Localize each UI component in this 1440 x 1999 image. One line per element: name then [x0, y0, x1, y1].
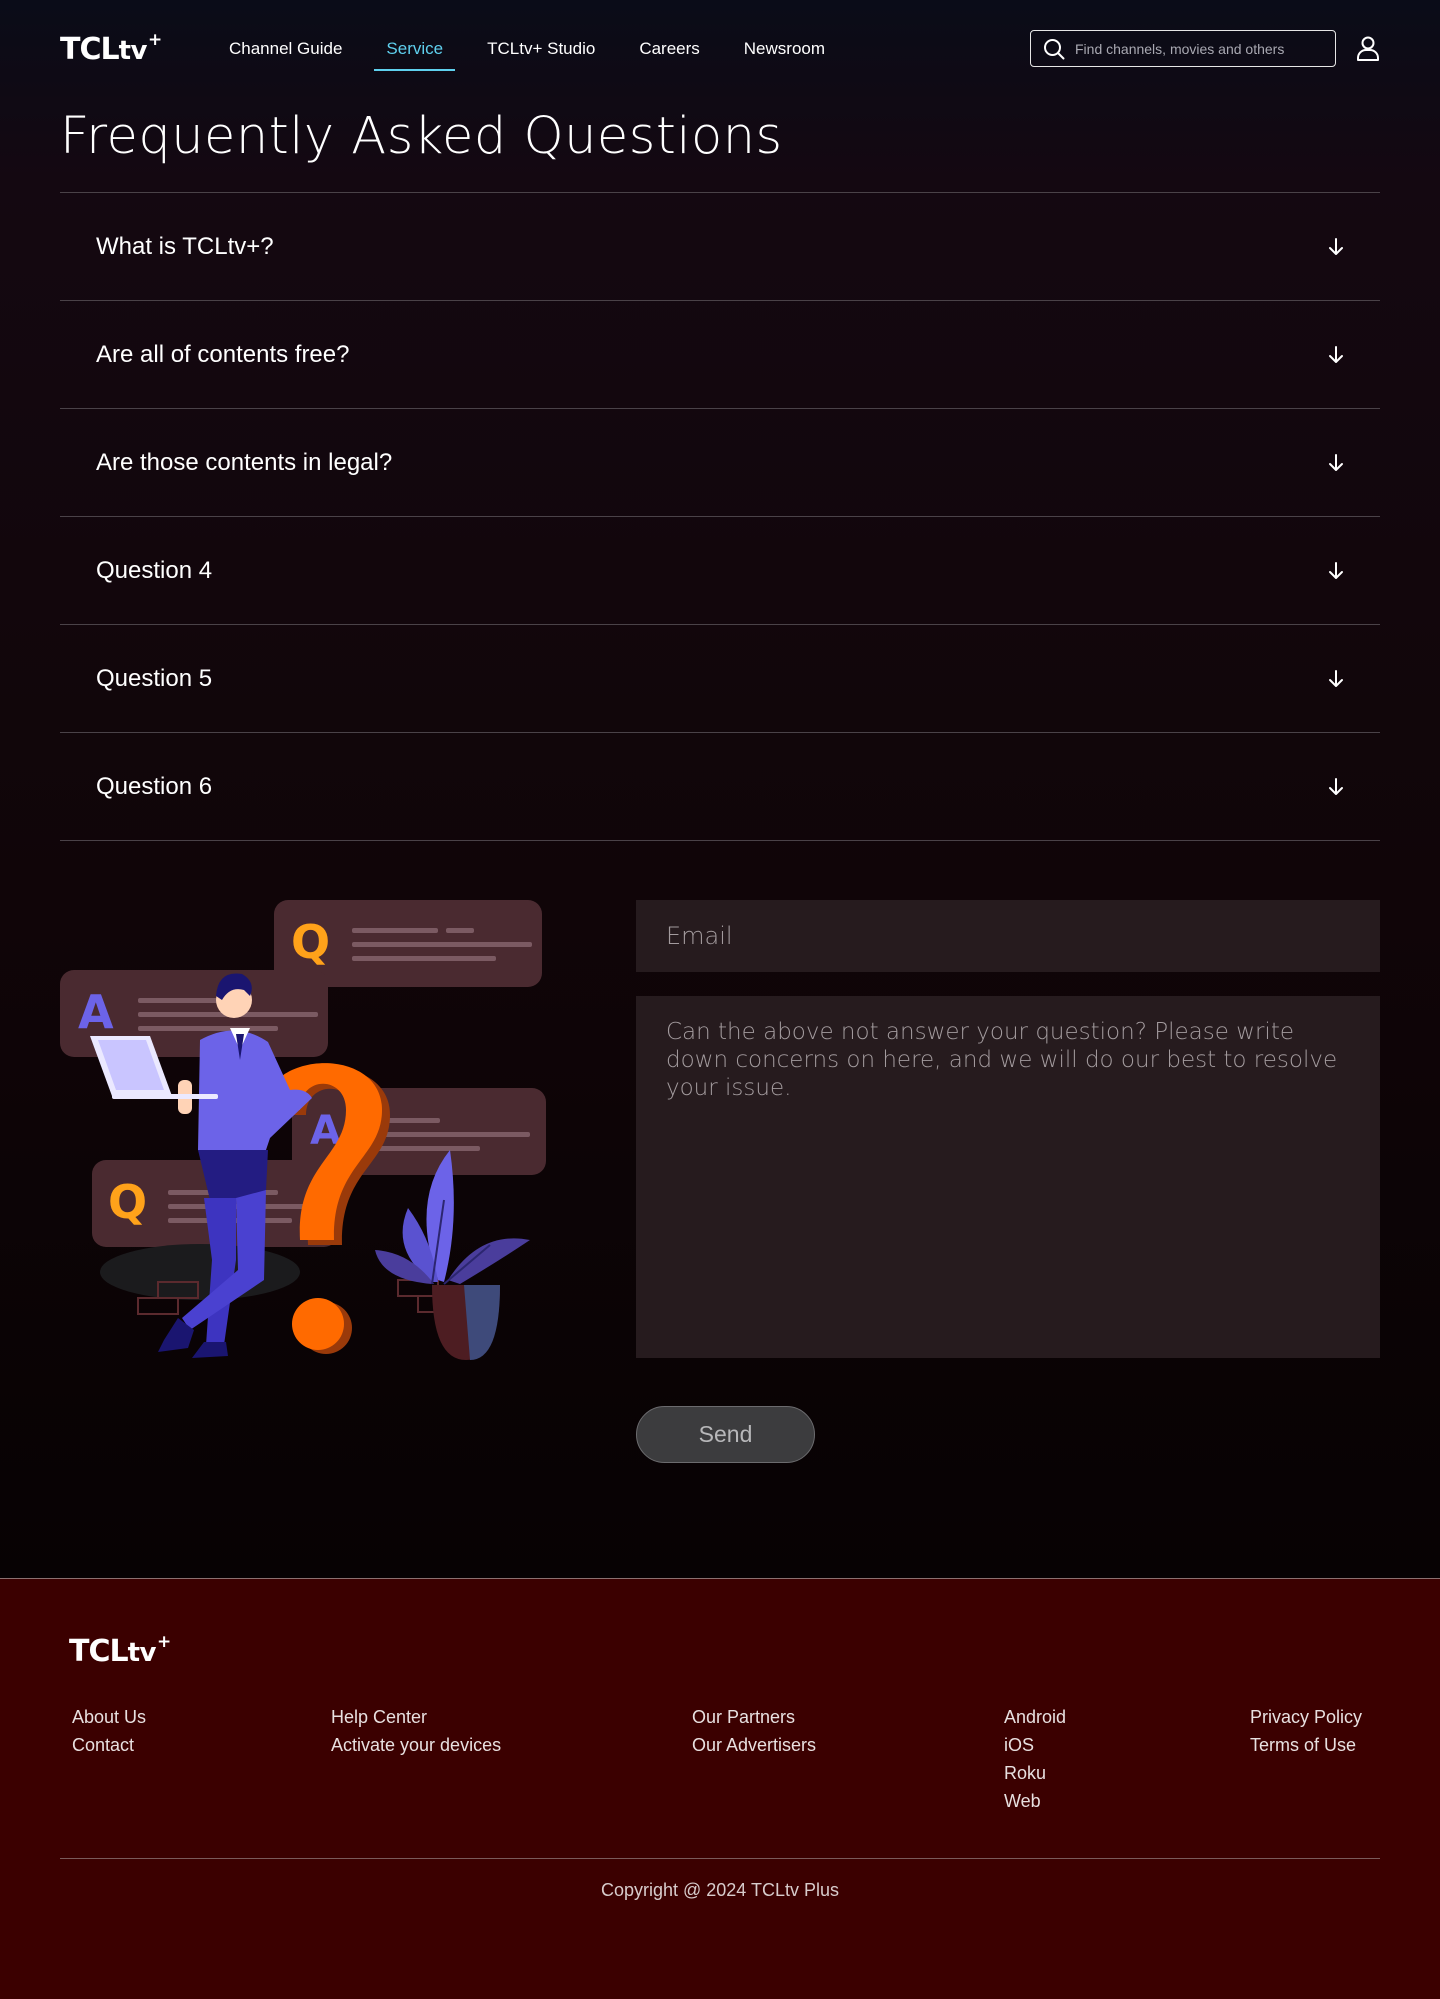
- page-title: Frequently Asked Questions: [60, 107, 783, 166]
- faq-question: Question 6: [96, 772, 213, 800]
- footer-column-help: Help Center Activate your devices: [331, 1703, 501, 1759]
- nav-service[interactable]: Service: [374, 29, 455, 71]
- arrow-down-icon[interactable]: [1326, 561, 1346, 581]
- nav-tcltv-studio[interactable]: TCLtv+ Studio: [475, 29, 607, 69]
- footer-column-platforms: Android iOS Roku Web: [1004, 1703, 1066, 1815]
- faq-item[interactable]: Are those contents in legal?: [60, 409, 1380, 517]
- faq-question: What is TCLtv+?: [96, 232, 274, 260]
- arrow-down-icon[interactable]: [1326, 345, 1346, 365]
- footer-link-activate-devices[interactable]: Activate your devices: [331, 1731, 501, 1759]
- faq-item[interactable]: Are all of contents free?: [60, 301, 1380, 409]
- message-textarea[interactable]: [636, 996, 1380, 1358]
- search-box: [1030, 30, 1336, 67]
- logo-main-text: TCL: [60, 32, 120, 67]
- faq-item[interactable]: Question 4: [60, 517, 1380, 625]
- user-account-button[interactable]: [1356, 35, 1380, 61]
- faq-item[interactable]: What is TCLtv+?: [60, 193, 1380, 301]
- email-field[interactable]: [636, 900, 1380, 972]
- footer-link-roku[interactable]: Roku: [1004, 1759, 1066, 1787]
- search-icon: [1044, 38, 1065, 59]
- tcltv-logo[interactable]: TCLtv +: [60, 30, 163, 69]
- search-input[interactable]: [1075, 40, 1325, 57]
- footer-link-privacy-policy[interactable]: Privacy Policy: [1250, 1703, 1362, 1731]
- faq-illustration: Q A A Q: [60, 900, 546, 1360]
- nav-careers[interactable]: Careers: [627, 29, 711, 69]
- footer-link-android[interactable]: Android: [1004, 1703, 1066, 1731]
- faq-question: Are those contents in legal?: [96, 448, 393, 476]
- site-header: TCLtv + Channel Guide Service TCLtv+ Stud…: [0, 0, 1440, 98]
- a-letter: A: [78, 985, 114, 1039]
- footer-logo[interactable]: TCLtv +: [69, 1632, 172, 1671]
- footer-link-contact[interactable]: Contact: [72, 1731, 146, 1759]
- logo-tv-text: tv: [127, 1638, 157, 1668]
- arrow-down-icon[interactable]: [1326, 453, 1346, 473]
- faq-item[interactable]: Question 6: [60, 733, 1380, 841]
- logo-main-text: TCL: [69, 1634, 129, 1669]
- footer-column-partners: Our Partners Our Advertisers: [692, 1703, 816, 1759]
- footer-link-our-partners[interactable]: Our Partners: [692, 1703, 816, 1731]
- logo-tv-text: tv: [118, 36, 148, 66]
- nav-newsroom[interactable]: Newsroom: [732, 29, 837, 69]
- q-letter: Q: [108, 1175, 147, 1229]
- footer-link-terms-of-use[interactable]: Terms of Use: [1250, 1731, 1362, 1759]
- faq-question: Question 5: [96, 664, 213, 692]
- faq-item[interactable]: Question 5: [60, 625, 1380, 733]
- logo-plus-text: +: [148, 30, 163, 50]
- logo-plus-text: +: [157, 1632, 172, 1652]
- arrow-down-icon[interactable]: [1326, 669, 1346, 689]
- arrow-down-icon[interactable]: [1326, 237, 1346, 257]
- copyright-text: Copyright @ 2024 TCLtv Plus: [600, 1880, 840, 1900]
- footer-divider: [60, 1858, 1380, 1859]
- user-icon: [1357, 36, 1379, 61]
- faq-list: What is TCLtv+? Are all of contents free…: [60, 192, 1380, 841]
- footer-link-web[interactable]: Web: [1004, 1787, 1066, 1815]
- footer-link-about-us[interactable]: About Us: [72, 1703, 146, 1731]
- footer-column-company: About Us Contact: [72, 1703, 146, 1759]
- main-nav: Channel Guide Service TCLtv+ Studio Care…: [217, 0, 857, 98]
- nav-channel-guide[interactable]: Channel Guide: [217, 29, 354, 69]
- footer-link-help-center[interactable]: Help Center: [331, 1703, 501, 1731]
- footer-column-legal: Privacy Policy Terms of Use: [1250, 1703, 1362, 1759]
- faq-question: Are all of contents free?: [96, 340, 350, 368]
- arrow-down-icon[interactable]: [1326, 777, 1346, 797]
- footer-link-our-advertisers[interactable]: Our Advertisers: [692, 1731, 816, 1759]
- site-footer: TCLtv + About Us Contact Help Center Acti…: [0, 1578, 1440, 1999]
- faq-question: Question 4: [96, 556, 213, 584]
- footer-link-ios[interactable]: iOS: [1004, 1731, 1066, 1759]
- send-button[interactable]: Send: [636, 1406, 815, 1463]
- q-letter: Q: [291, 915, 330, 969]
